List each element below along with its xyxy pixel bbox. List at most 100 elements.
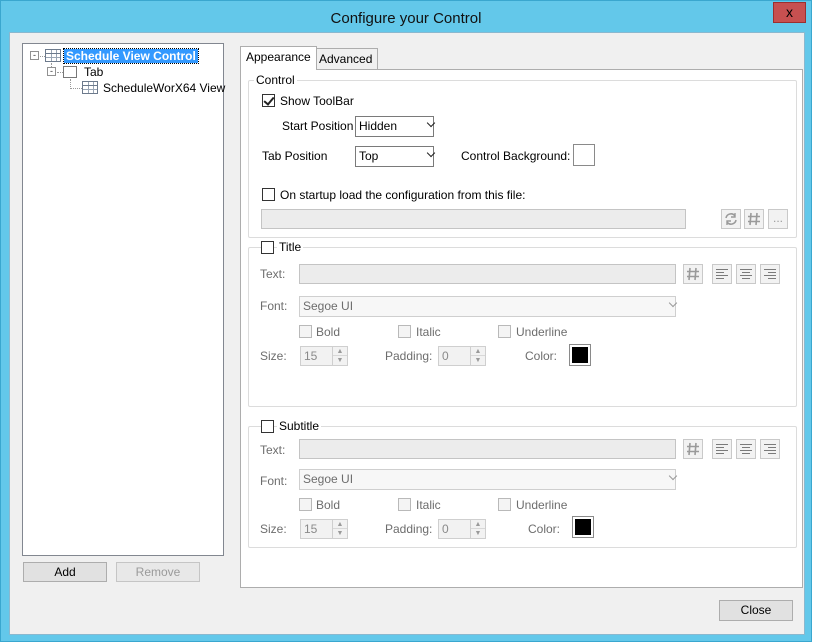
title-bold-label: Bold bbox=[316, 325, 341, 339]
variable-picker-icon[interactable] bbox=[683, 264, 703, 284]
title-underline-checkbox[interactable] bbox=[498, 325, 511, 338]
spin-up-icon[interactable]: ▲ bbox=[333, 520, 347, 529]
title-underline-label: Underline bbox=[516, 325, 568, 339]
refresh-icon[interactable] bbox=[721, 209, 741, 229]
title-font-label: Font: bbox=[260, 299, 288, 313]
control-group: Control Show ToolBar Start Position Hidd… bbox=[248, 73, 797, 238]
subtitle-underline-label: Underline bbox=[516, 498, 568, 512]
subtitle-underline-checkbox[interactable] bbox=[498, 498, 511, 511]
grid-icon bbox=[45, 49, 61, 62]
tab-advanced[interactable]: Advanced bbox=[313, 48, 379, 70]
show-toolbar-label: Show ToolBar bbox=[280, 94, 354, 108]
subtitle-color-swatch[interactable] bbox=[572, 516, 594, 538]
title-color-swatch[interactable] bbox=[569, 344, 591, 366]
title-italic-label: Italic bbox=[416, 325, 441, 339]
add-button[interactable]: Add bbox=[23, 562, 107, 582]
spin-up-icon[interactable]: ▲ bbox=[471, 347, 485, 356]
title-size-label: Size: bbox=[260, 349, 287, 363]
tree-item-tab[interactable]: Tab bbox=[84, 64, 103, 80]
swatch-fill bbox=[572, 347, 588, 363]
subtitle-size-value: 15 bbox=[304, 522, 318, 536]
variable-picker-icon[interactable] bbox=[744, 209, 764, 229]
tree-item-scheduleworx64-view[interactable]: ScheduleWorX64 View bbox=[103, 80, 225, 96]
subtitle-checkbox[interactable] bbox=[261, 420, 274, 433]
title-color-label: Color: bbox=[525, 349, 558, 363]
subtitle-padding-stepper[interactable]: 0 ▲ ▼ bbox=[438, 519, 486, 539]
subtitle-text-input[interactable] bbox=[299, 439, 676, 459]
start-position-select[interactable]: Hidden bbox=[355, 116, 434, 137]
title-padding-value: 0 bbox=[442, 349, 449, 363]
tab-icon bbox=[63, 66, 77, 78]
title-text-input[interactable] bbox=[299, 264, 676, 284]
spin-down-icon[interactable]: ▼ bbox=[333, 356, 347, 365]
variable-picker-icon[interactable] bbox=[683, 439, 703, 459]
title-size-stepper[interactable]: 15 ▲ ▼ bbox=[300, 346, 348, 366]
appearance-panel: Control Show ToolBar Start Position Hidd… bbox=[240, 69, 803, 588]
subtitle-text-label: Text: bbox=[260, 443, 286, 457]
startup-load-checkbox[interactable] bbox=[262, 188, 275, 201]
dialog-window: Configure your Control x - Schedule View… bbox=[0, 0, 812, 642]
title-padding-label: Padding: bbox=[385, 349, 433, 363]
tab-position-select[interactable]: Top bbox=[355, 146, 434, 167]
title-font-select[interactable]: Segoe UI bbox=[299, 296, 676, 317]
title-italic-checkbox[interactable] bbox=[398, 325, 411, 338]
control-tree[interactable]: - Schedule View Control - Tab ScheduleWo… bbox=[22, 43, 225, 556]
tree-item-label: Tab bbox=[84, 65, 104, 79]
remove-button[interactable]: Remove bbox=[116, 562, 200, 582]
subtitle-size-stepper[interactable]: 15 ▲ ▼ bbox=[300, 519, 348, 539]
align-left-icon[interactable] bbox=[712, 439, 732, 459]
control-background-label: Control Background: bbox=[461, 149, 571, 163]
tab-appearance[interactable]: Appearance bbox=[240, 46, 317, 70]
title-checkbox[interactable] bbox=[261, 241, 274, 254]
title-padding-stepper[interactable]: 0 ▲ ▼ bbox=[438, 346, 486, 366]
subtitle-font-label: Font: bbox=[260, 474, 288, 488]
align-right-icon[interactable] bbox=[760, 264, 780, 284]
grid-icon bbox=[82, 81, 98, 94]
title-bold-checkbox[interactable] bbox=[299, 325, 312, 338]
tree-item-label: Schedule View Control bbox=[63, 48, 199, 64]
tab-position-label: Tab Position bbox=[262, 149, 328, 163]
browse-file-button[interactable]: ... bbox=[768, 209, 788, 229]
start-position-value: Hidden bbox=[359, 119, 398, 133]
align-right-icon[interactable] bbox=[760, 439, 780, 459]
spin-down-icon[interactable]: ▼ bbox=[471, 529, 485, 538]
subtitle-padding-value: 0 bbox=[442, 522, 449, 536]
collapse-tab-icon[interactable]: - bbox=[47, 67, 56, 76]
title-group-label: Title bbox=[277, 240, 304, 254]
subtitle-padding-label: Padding: bbox=[385, 522, 433, 536]
swatch-fill bbox=[576, 147, 592, 163]
spin-down-icon[interactable]: ▼ bbox=[333, 529, 347, 538]
swatch-fill bbox=[575, 519, 591, 535]
config-file-path-input[interactable] bbox=[261, 209, 686, 229]
title-group: Title Text: Font: Segoe UI Bold Italic U… bbox=[248, 240, 797, 407]
subtitle-italic-label: Italic bbox=[416, 498, 441, 512]
close-button[interactable]: Close bbox=[719, 600, 793, 621]
window-title: Configure your Control bbox=[330, 10, 482, 27]
subtitle-group-label: Subtitle bbox=[277, 419, 322, 433]
spin-up-icon[interactable]: ▲ bbox=[333, 347, 347, 356]
tree-item-schedule-view-control[interactable]: Schedule View Control bbox=[63, 48, 199, 64]
title-text-label: Text: bbox=[260, 267, 286, 281]
subtitle-size-label: Size: bbox=[260, 522, 287, 536]
title-size-value: 15 bbox=[304, 349, 318, 363]
tab-position-value: Top bbox=[359, 149, 379, 163]
subtitle-font-value: Segoe UI bbox=[303, 472, 354, 486]
dialog-client-area: - Schedule View Control - Tab ScheduleWo… bbox=[9, 32, 805, 635]
collapse-root-icon[interactable]: - bbox=[30, 51, 39, 60]
show-toolbar-checkbox[interactable] bbox=[262, 94, 275, 107]
align-left-icon[interactable] bbox=[712, 264, 732, 284]
align-center-icon[interactable] bbox=[736, 439, 756, 459]
spin-down-icon[interactable]: ▼ bbox=[471, 356, 485, 365]
control-background-swatch[interactable] bbox=[573, 144, 595, 166]
window-close-button[interactable]: x bbox=[773, 2, 806, 23]
subtitle-italic-checkbox[interactable] bbox=[398, 498, 411, 511]
spin-up-icon[interactable]: ▲ bbox=[471, 520, 485, 529]
group-title: Control bbox=[254, 73, 297, 87]
subtitle-bold-checkbox[interactable] bbox=[299, 498, 312, 511]
align-center-icon[interactable] bbox=[736, 264, 756, 284]
subtitle-font-select[interactable]: Segoe UI bbox=[299, 469, 676, 490]
subtitle-group: Subtitle Text: Font: Segoe UI Bold Itali… bbox=[248, 419, 797, 548]
start-position-label: Start Position bbox=[282, 119, 354, 133]
startup-load-label: On startup load the configuration from t… bbox=[280, 188, 526, 202]
tree-item-label: ScheduleWorX64 View bbox=[103, 81, 226, 95]
